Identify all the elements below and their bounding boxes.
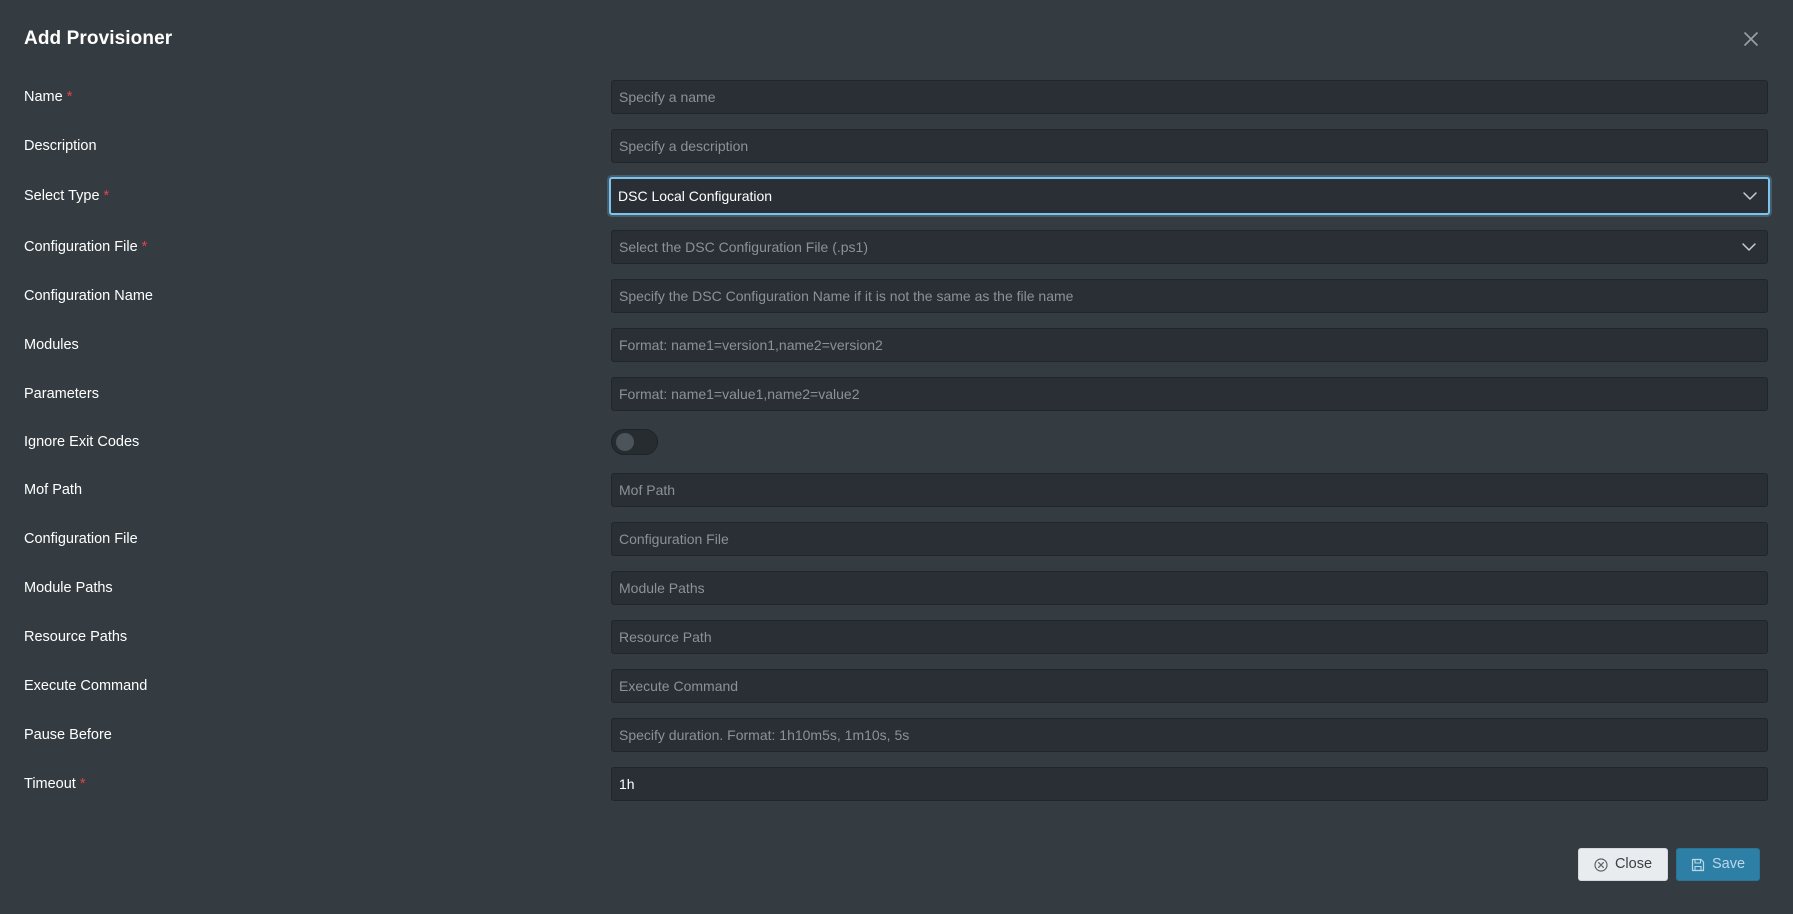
close-button[interactable]: Close — [1578, 848, 1668, 881]
close-circle-icon — [1594, 857, 1608, 872]
parameters-input[interactable] — [611, 377, 1768, 411]
configuration-file-label: Configuration File — [24, 531, 138, 547]
pause-before-label: Pause Before — [24, 727, 112, 743]
configuration-file-dropdown-placeholder: Select the DSC Configuration File (.ps1) — [619, 239, 868, 255]
add-provisioner-modal: Add Provisioner Name* Description Select… — [0, 0, 1793, 914]
select-type-dropdown[interactable]: DSC Local Configuration — [609, 177, 1770, 215]
save-button-label: Save — [1711, 856, 1746, 872]
execute-command-row: Execute Command — [0, 669, 1793, 703]
ignore-exit-codes-row: Ignore Exit Codes — [0, 425, 1793, 459]
module-paths-input[interactable] — [611, 571, 1768, 605]
save-icon — [1691, 858, 1705, 871]
required-marker: * — [66, 89, 73, 105]
toggle-knob — [616, 433, 634, 451]
required-marker: * — [79, 776, 86, 792]
select-type-row: Select Type * DSC Local Configuration — [0, 177, 1793, 215]
close-icon[interactable] — [1740, 28, 1762, 50]
required-marker: * — [103, 188, 110, 204]
modules-input[interactable] — [611, 328, 1768, 362]
modal-title: Add Provisioner — [24, 28, 173, 49]
description-row: Description — [0, 129, 1793, 163]
ignore-exit-codes-toggle[interactable] — [611, 429, 658, 455]
execute-command-input[interactable] — [611, 669, 1768, 703]
modules-label: Modules — [24, 337, 79, 353]
timeout-row: Timeout * — [0, 767, 1793, 801]
configuration-file-row: Configuration File — [0, 522, 1793, 556]
configuration-name-label: Configuration Name — [24, 288, 153, 304]
name-input[interactable] — [611, 80, 1768, 114]
name-row: Name * — [0, 80, 1793, 114]
timeout-input[interactable] — [611, 767, 1768, 801]
resource-paths-row: Resource Paths — [0, 620, 1793, 654]
resource-paths-label: Resource Paths — [24, 629, 128, 645]
module-paths-row: Module Paths — [0, 571, 1793, 605]
mof-path-row: Mof Path — [0, 473, 1793, 507]
chevron-down-icon — [1742, 243, 1756, 251]
chevron-down-icon — [1743, 192, 1757, 200]
pause-before-row: Pause Before — [0, 718, 1793, 752]
parameters-label: Parameters — [24, 386, 99, 402]
execute-command-label: Execute Command — [24, 678, 148, 694]
parameters-row: Parameters — [0, 377, 1793, 411]
configuration-name-row: Configuration Name — [0, 279, 1793, 313]
description-label: Description — [24, 138, 97, 154]
required-marker: * — [141, 239, 148, 255]
configuration-file-select-row: Configuration File * Select the DSC Confi… — [0, 230, 1793, 264]
configuration-file-select-label: Configuration File * — [24, 239, 148, 255]
configuration-file-dropdown[interactable]: Select the DSC Configuration File (.ps1) — [611, 230, 1768, 264]
save-button[interactable]: Save — [1676, 848, 1760, 881]
select-type-label: Select Type * — [24, 188, 110, 204]
select-type-value: DSC Local Configuration — [618, 188, 773, 204]
name-label: Name * — [24, 89, 73, 105]
close-button-label: Close — [1614, 856, 1653, 872]
pause-before-input[interactable] — [611, 718, 1768, 752]
timeout-label: Timeout * — [24, 776, 86, 792]
ignore-exit-codes-label: Ignore Exit Codes — [24, 434, 140, 450]
mof-path-input[interactable] — [611, 473, 1768, 507]
configuration-file-input[interactable] — [611, 522, 1768, 556]
description-input[interactable] — [611, 129, 1768, 163]
module-paths-label: Module Paths — [24, 580, 113, 596]
configuration-name-input[interactable] — [611, 279, 1768, 313]
modules-row: Modules — [0, 328, 1793, 362]
resource-paths-input[interactable] — [611, 620, 1768, 654]
mof-path-label: Mof Path — [24, 482, 83, 498]
